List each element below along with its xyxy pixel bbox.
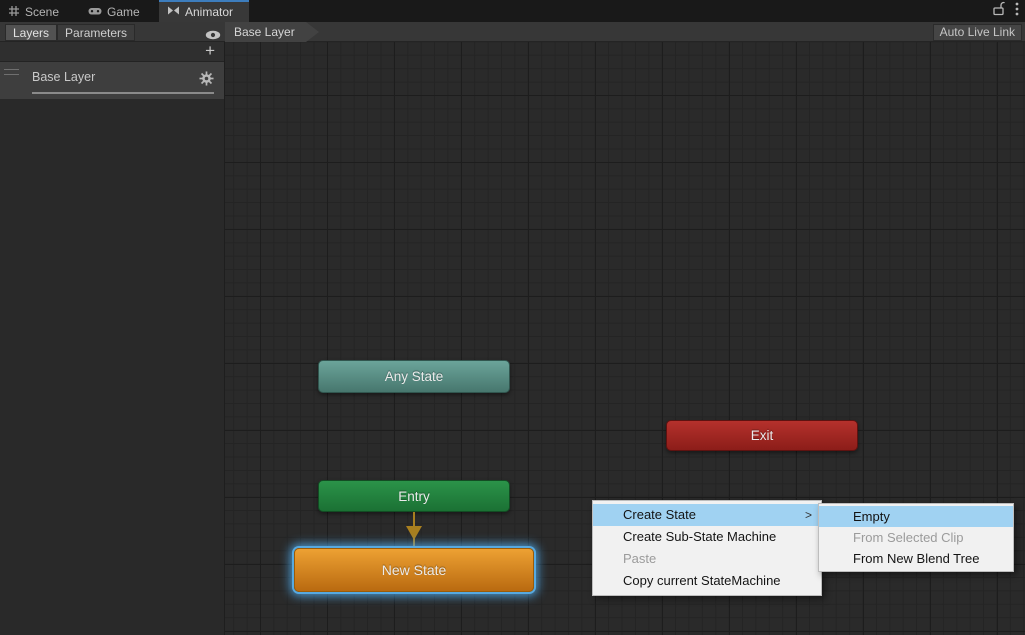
layer-row-base-layer[interactable]: Base Layer [0,62,224,99]
layers-panel: + Base Layer [0,42,225,635]
menu-item-label: Create State [623,507,696,522]
submenu-item-from-new-blend-tree[interactable]: From New Blend Tree [819,548,1013,569]
menu-item-copy-current-statemachine[interactable]: Copy current StateMachine [593,570,821,592]
submenu-arrow-icon: > [805,504,812,526]
tab-parameters[interactable]: Parameters [57,24,135,41]
animator-icon [167,5,180,19]
tab-label: Animator [185,5,233,19]
node-new-state[interactable]: New State [294,548,534,592]
kebab-menu-icon[interactable] [1015,2,1019,21]
context-menu: Create State > Create Sub-State Machine … [592,500,822,596]
layers-panel-header: + [0,42,224,62]
create-state-submenu: Empty From Selected Clip From New Blend … [818,503,1014,572]
menu-item-paste: Paste [593,548,821,570]
tab-game[interactable]: Game [80,0,156,22]
submenu-item-empty[interactable]: Empty [819,506,1013,527]
grid-icon [8,5,20,20]
menu-item-create-sub-state-machine[interactable]: Create Sub-State Machine [593,526,821,548]
tab-label: Game [107,5,140,19]
window-tab-bar: Scene Game Animator [0,0,1025,22]
tab-scene[interactable]: Scene [0,0,78,22]
left-panel-tabs: Layers Parameters [5,24,135,41]
menu-item-create-state[interactable]: Create State > [593,504,821,526]
animator-toolbar: Layers Parameters Base Layer Auto Live L… [0,22,1025,42]
gear-icon[interactable] [199,71,214,91]
tab-animator[interactable]: Animator [159,0,249,22]
layer-name: Base Layer [32,70,95,84]
node-any-state[interactable]: Any State [318,360,510,393]
transition-arrowhead-icon [406,526,422,540]
window-controls [993,0,1019,22]
layer-weight-bar[interactable] [32,92,214,94]
tab-label: Scene [25,5,59,19]
tab-layers[interactable]: Layers [5,24,57,41]
add-layer-button[interactable]: + [205,41,215,61]
unlock-icon[interactable] [993,1,1005,21]
breadcrumb-base-layer[interactable]: Base Layer [225,22,319,42]
submenu-item-from-selected-clip: From Selected Clip [819,527,1013,548]
node-exit[interactable]: Exit [666,420,858,451]
gamepad-icon [88,5,102,19]
drag-handle-icon[interactable] [4,69,19,75]
auto-live-link-button[interactable]: Auto Live Link [933,24,1022,41]
node-entry[interactable]: Entry [318,480,510,512]
